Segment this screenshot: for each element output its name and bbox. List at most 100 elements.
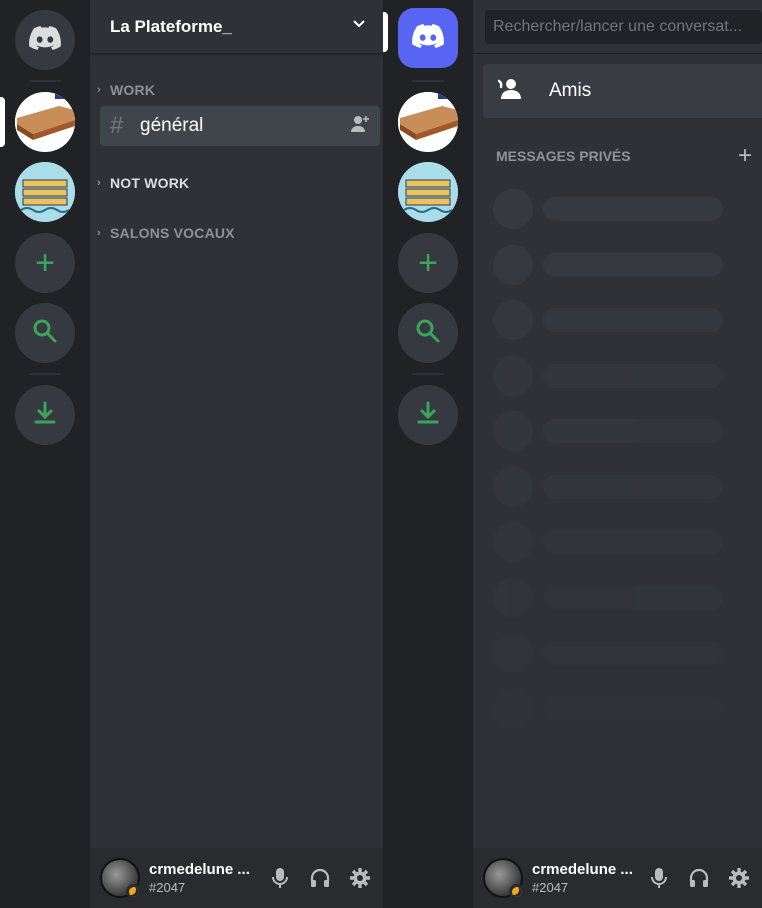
dm-placeholder-row <box>493 577 723 618</box>
dm-placeholder-row <box>493 522 723 562</box>
dm-placeholder-row <box>493 244 723 285</box>
wood-board-icon <box>15 92 75 152</box>
placeholder-avatar <box>493 522 533 562</box>
rail-separator <box>412 80 444 82</box>
microphone-icon[interactable] <box>646 865 672 891</box>
user-tag: #2047 <box>532 880 569 895</box>
placeholder-bar <box>543 474 723 499</box>
server-icon-wood-board[interactable] <box>15 92 75 152</box>
server-rail-left: + <box>0 0 90 908</box>
idle-status-icon <box>126 884 141 899</box>
placeholder-avatar <box>493 189 533 229</box>
dm-placeholder-row <box>493 688 723 729</box>
dm-sidebar: Rechercher/lancer une conversat... Amis … <box>473 0 762 908</box>
placeholder-bar <box>543 252 723 277</box>
chevron-right-icon: › <box>97 84 101 96</box>
placeholder-bar <box>543 419 723 443</box>
chevron-right-icon: › <box>97 227 101 239</box>
category-label: NOT WORK <box>110 175 190 191</box>
gear-icon[interactable] <box>726 865 752 891</box>
chevron-down-icon <box>351 16 367 37</box>
guild-name: La Plateforme_ <box>110 16 232 36</box>
plus-icon: + <box>35 244 55 282</box>
friends-label: Amis <box>549 80 592 101</box>
text-channel-icon: # <box>110 112 124 139</box>
download-icon <box>32 400 58 431</box>
placeholder-bar <box>543 696 723 721</box>
home-button[interactable] <box>398 8 458 68</box>
dm-placeholder-row <box>493 466 723 507</box>
search-bar: Rechercher/lancer une conversat... <box>473 0 762 54</box>
placeholder-avatar <box>493 411 533 451</box>
friends-wave-icon <box>497 77 525 106</box>
placeholder-avatar <box>493 355 533 396</box>
chevron-right-icon: › <box>97 177 101 189</box>
headphones-icon[interactable] <box>307 865 333 891</box>
wood-board-icon <box>398 92 458 152</box>
placeholder-bar <box>543 197 723 221</box>
server-racks-icon <box>398 162 458 222</box>
download-apps-button[interactable] <box>398 385 458 445</box>
active-server-pill <box>0 97 5 147</box>
add-server-button[interactable]: + <box>398 233 458 293</box>
category-label: WORK <box>110 82 156 98</box>
rail-separator <box>412 373 444 375</box>
discord-logo-icon <box>412 23 444 53</box>
app-root: + La Plateforme_ › WORK # général › NOT … <box>0 0 762 908</box>
server-rail-right: + <box>383 0 473 908</box>
explore-servers-button[interactable] <box>15 303 75 363</box>
search-input[interactable]: Rechercher/lancer une conversat... <box>485 9 762 44</box>
placeholder-avatar <box>493 244 533 285</box>
server-icon-racks[interactable] <box>398 162 458 222</box>
dm-placeholder-row <box>493 355 723 396</box>
explore-servers-button[interactable] <box>398 303 458 363</box>
placeholder-bar <box>543 363 723 388</box>
home-button[interactable] <box>15 10 75 70</box>
user-panel: crmedelune ... #2047 <box>90 848 383 908</box>
server-icon-wood-board[interactable] <box>398 92 458 152</box>
rail-separator <box>29 80 61 82</box>
user-controls <box>646 865 752 891</box>
server-icon-racks[interactable] <box>15 162 75 222</box>
channel-general[interactable]: # général <box>100 106 380 146</box>
direct-messages-header: MESSAGES PRIVÉS + <box>496 144 752 168</box>
create-dm-icon[interactable]: + <box>738 144 752 168</box>
dm-placeholder-row <box>493 300 723 340</box>
download-apps-button[interactable] <box>15 385 75 445</box>
placeholder-avatar <box>493 577 533 618</box>
idle-status-icon <box>509 884 524 899</box>
headphones-icon[interactable] <box>686 865 712 891</box>
username: crmedelune ... <box>149 861 250 878</box>
channel-name: général <box>140 115 204 136</box>
dm-placeholder-row <box>493 411 723 451</box>
user-panel: crmedelune ... #2047 <box>473 848 762 908</box>
category-not-work[interactable]: › NOT WORK <box>97 175 189 191</box>
server-racks-icon <box>15 162 75 222</box>
search-icon <box>32 318 58 349</box>
user-tag: #2047 <box>149 880 186 895</box>
placeholder-avatar <box>493 466 533 507</box>
user-info[interactable]: crmedelune ... #2047 <box>149 861 267 895</box>
add-member-icon[interactable] <box>350 115 370 138</box>
active-server-pill <box>383 12 388 52</box>
dm-placeholder-row <box>493 633 723 673</box>
microphone-icon[interactable] <box>267 865 293 891</box>
category-work[interactable]: › WORK <box>97 82 155 98</box>
add-server-button[interactable]: + <box>15 233 75 293</box>
guild-header[interactable]: La Plateforme_ <box>90 0 383 54</box>
username: crmedelune ... <box>532 861 633 878</box>
dm-header-label: MESSAGES PRIVÉS <box>496 148 631 164</box>
gear-icon[interactable] <box>347 865 373 891</box>
placeholder-avatar <box>493 300 533 340</box>
user-info[interactable]: crmedelune ... #2047 <box>532 861 646 895</box>
rail-separator <box>29 373 61 375</box>
avatar[interactable] <box>100 858 141 899</box>
avatar[interactable] <box>483 858 524 899</box>
user-controls <box>267 865 373 891</box>
placeholder-bar <box>543 308 723 332</box>
friends-nav-item[interactable]: Amis <box>483 64 762 118</box>
download-icon <box>415 400 441 431</box>
placeholder-bar <box>543 585 723 610</box>
channel-sidebar: La Plateforme_ › WORK # général › NOT WO… <box>90 0 383 908</box>
category-voice-channels[interactable]: › SALONS VOCAUX <box>97 225 235 241</box>
